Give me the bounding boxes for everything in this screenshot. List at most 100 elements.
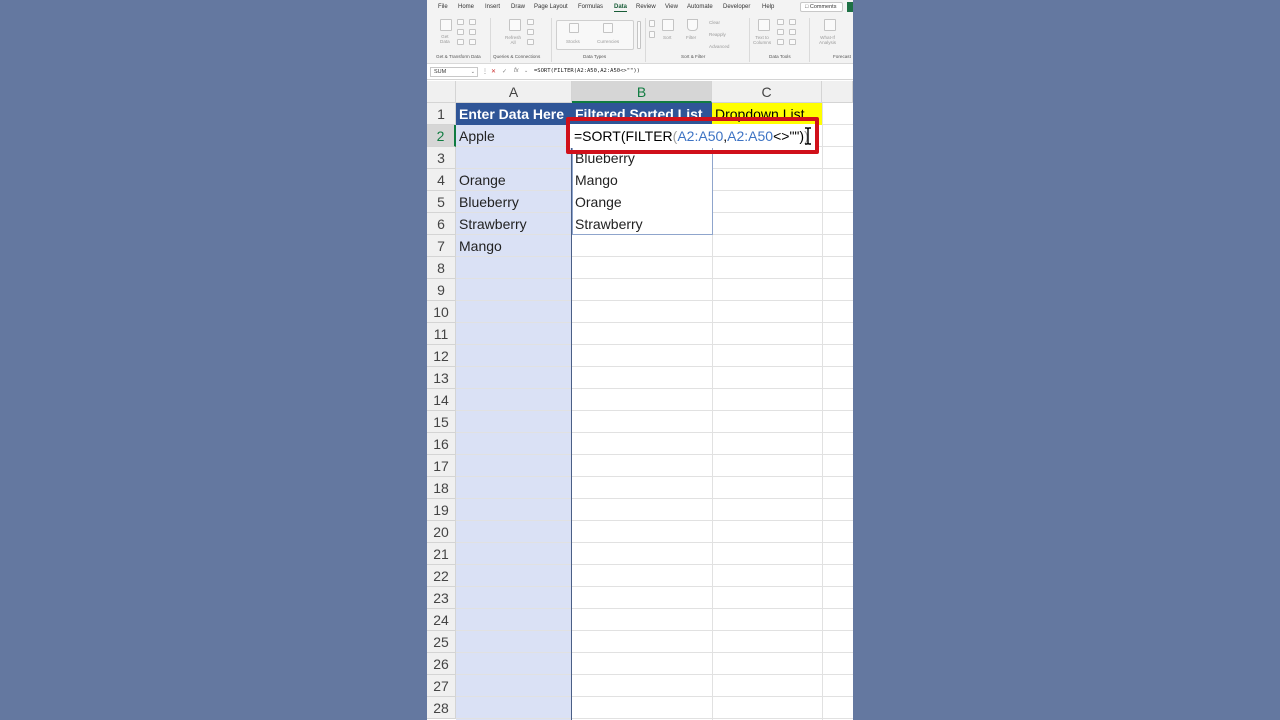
row-header-22[interactable]: 22 [427, 565, 456, 587]
tab-draw[interactable]: Draw [511, 4, 525, 10]
cell-c1[interactable]: Dropdown List [712, 103, 822, 125]
chevron-down-icon[interactable]: ⌄ [524, 68, 528, 74]
comments-button[interactable]: □ Comments [800, 2, 843, 12]
cell-a1[interactable]: Enter Data Here [456, 103, 572, 125]
remove-duplicates-icon[interactable] [777, 29, 784, 35]
group-sort-filter: Sort & Filter [681, 54, 706, 59]
cell-a6[interactable]: Strawberry [456, 213, 572, 235]
row-header-21[interactable]: 21 [427, 543, 456, 565]
get-data-icon[interactable] [440, 19, 452, 31]
column-header-c[interactable]: C [712, 81, 822, 103]
row-header-4[interactable]: 4 [427, 169, 456, 191]
tab-review[interactable]: Review [636, 4, 656, 10]
tab-formulas[interactable]: Formulas [578, 4, 603, 10]
cell-b4[interactable]: Mango [572, 169, 712, 191]
row-header-13[interactable]: 13 [427, 367, 456, 389]
cell-a5[interactable]: Blueberry [456, 191, 572, 213]
tab-help[interactable]: Help [762, 4, 774, 10]
queries-icon[interactable] [527, 19, 534, 25]
column-header-d[interactable] [822, 81, 853, 103]
cancel-icon[interactable]: ✕ [491, 68, 496, 75]
select-all-corner[interactable] [427, 81, 456, 103]
ribbon-separator [490, 18, 491, 62]
row-header-8[interactable]: 8 [427, 257, 456, 279]
row-header-14[interactable]: 14 [427, 389, 456, 411]
cell-b6[interactable]: Strawberry [572, 213, 712, 235]
cell-b3[interactable]: Blueberry [572, 147, 712, 169]
row-header-7[interactable]: 7 [427, 235, 456, 257]
row-header-11[interactable]: 11 [427, 323, 456, 345]
text-to-columns-icon[interactable] [758, 19, 770, 31]
row-header-9[interactable]: 9 [427, 279, 456, 301]
share-button[interactable] [847, 2, 853, 12]
row-header-10[interactable]: 10 [427, 301, 456, 323]
from-picture-icon[interactable] [469, 39, 476, 45]
from-table-icon[interactable] [457, 39, 464, 45]
row-header-15[interactable]: 15 [427, 411, 456, 433]
consolidate-icon[interactable] [789, 19, 796, 25]
row-header-28[interactable]: 28 [427, 697, 456, 719]
cell-a2[interactable]: Apple [456, 125, 572, 147]
cell-a7[interactable]: Mango [456, 235, 572, 257]
row-header-19[interactable]: 19 [427, 499, 456, 521]
existing-connections-icon[interactable] [469, 29, 476, 35]
row-header-20[interactable]: 20 [427, 521, 456, 543]
clear-button[interactable]: Clear [709, 20, 720, 25]
refresh-all-icon[interactable] [509, 19, 521, 31]
data-types-gallery[interactable] [556, 20, 634, 50]
cell-b5[interactable]: Orange [572, 191, 712, 213]
row-header-27[interactable]: 27 [427, 675, 456, 697]
row-header-12[interactable]: 12 [427, 345, 456, 367]
sort-ascending-icon[interactable] [649, 20, 655, 27]
row-header-3[interactable]: 3 [427, 147, 456, 169]
recent-sources-icon[interactable] [469, 19, 476, 25]
name-box[interactable]: SUM ⌄ [430, 67, 478, 77]
row-header-26[interactable]: 26 [427, 653, 456, 675]
relationships-icon[interactable] [789, 29, 796, 35]
tab-automate[interactable]: Automate [687, 4, 713, 10]
row-header-17[interactable]: 17 [427, 455, 456, 477]
data-model-icon[interactable] [789, 39, 796, 45]
cell-b2-editor[interactable]: =SORT(FILTER(A2:A50,A2:A50<>"")) [570, 124, 818, 148]
column-header-b[interactable]: B [572, 81, 712, 103]
tab-insert[interactable]: Insert [485, 4, 500, 10]
edit-links-icon[interactable] [527, 39, 534, 45]
gallery-scroll-icon[interactable] [637, 21, 641, 49]
flash-fill-icon[interactable] [777, 19, 784, 25]
from-text-icon[interactable] [457, 19, 464, 25]
filter-icon[interactable] [687, 19, 698, 31]
row-header-6[interactable]: 6 [427, 213, 456, 235]
tab-developer[interactable]: Developer [723, 4, 750, 10]
from-web-icon[interactable] [457, 29, 464, 35]
formula-input[interactable]: =SORT(FILTER(A2:A50,A2:A50<>"")) [534, 68, 640, 74]
properties-icon[interactable] [527, 29, 534, 35]
reapply-button[interactable]: Reapply [709, 32, 726, 37]
row-header-24[interactable]: 24 [427, 609, 456, 631]
row-header-25[interactable]: 25 [427, 631, 456, 653]
chevron-down-icon[interactable]: ⌄ [471, 68, 475, 76]
group-data-types: Data Types [583, 54, 607, 59]
data-validation-icon[interactable] [777, 39, 784, 45]
row-header-23[interactable]: 23 [427, 587, 456, 609]
insert-function-icon[interactable]: fx [514, 68, 519, 74]
advanced-button[interactable]: Advanced [709, 44, 729, 49]
sort-descending-icon[interactable] [649, 31, 655, 38]
row-header-5[interactable]: 5 [427, 191, 456, 213]
row-header-2[interactable]: 2 [427, 125, 456, 147]
row-header-18[interactable]: 18 [427, 477, 456, 499]
cell-a4[interactable]: Orange [456, 169, 572, 191]
sort-icon[interactable] [662, 19, 674, 31]
tab-page-layout[interactable]: Page Layout [534, 4, 568, 10]
row-header-16[interactable]: 16 [427, 433, 456, 455]
cell-a3[interactable] [456, 147, 572, 169]
tab-home[interactable]: Home [458, 4, 474, 10]
enter-icon[interactable]: ✓ [502, 68, 507, 75]
tab-data[interactable]: Data [614, 4, 628, 12]
tab-view[interactable]: View [665, 4, 678, 10]
row-header-1[interactable]: 1 [427, 103, 456, 125]
tab-file[interactable]: File [438, 4, 448, 10]
cell-b1[interactable]: Filtered Sorted List [572, 103, 712, 125]
what-if-analysis-icon[interactable] [824, 19, 836, 31]
row-gridline [456, 542, 853, 543]
column-header-a[interactable]: A [456, 81, 572, 103]
